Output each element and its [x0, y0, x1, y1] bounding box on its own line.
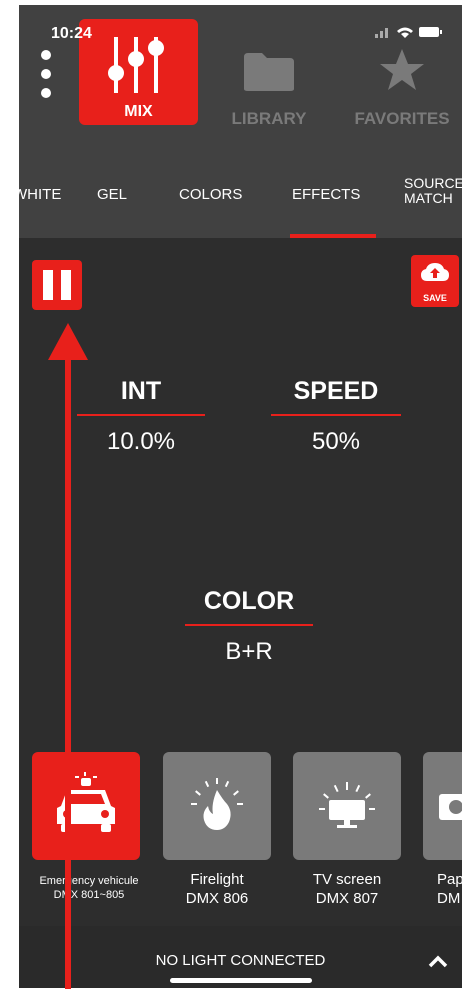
effect-caption-firelight: Firelight DMX 806 — [163, 871, 271, 909]
status-icons — [375, 25, 445, 42]
effect-name: Firelight — [190, 871, 244, 888]
effect-name: TV screen — [312, 871, 382, 888]
tab-library[interactable]: LIBRARY — [209, 19, 329, 131]
subtab-source-match[interactable]: SOURCE MATCH — [404, 175, 462, 207]
effect-dmx: DMX 801~805 — [53, 888, 125, 901]
param-divider — [185, 624, 313, 626]
effect-card-paparazzi[interactable] — [423, 752, 462, 860]
effect-caption-emergency: Emergency vehicule DMX 801~805 — [19, 875, 159, 903]
subtab-colors[interactable]: COLORS — [179, 186, 242, 203]
effect-caption-tv-screen: TV screen DMX 807 — [293, 871, 401, 909]
folder-icon — [244, 53, 294, 91]
status-time: 10:24 — [51, 25, 92, 42]
param-name: INT — [120, 377, 162, 405]
color-param[interactable]: COLOR B+R — [185, 587, 313, 666]
pause-icon — [43, 270, 53, 300]
effect-name: Emergency vehicule — [39, 875, 139, 887]
param-value: 50% — [311, 428, 361, 455]
connection-bar[interactable]: NO LIGHT CONNECTED — [19, 926, 462, 988]
int-param[interactable]: INT 10.0% — [77, 377, 205, 456]
top-nav: MIX LIBRARY FAVORITES — [19, 5, 462, 128]
param-divider — [77, 414, 205, 416]
effect-card-emergency[interactable] — [32, 752, 140, 860]
subtab-white[interactable]: WHITE — [19, 186, 61, 203]
flame-icon — [191, 778, 243, 830]
speed-param[interactable]: SPEED 50% — [271, 377, 401, 456]
star-icon — [380, 49, 424, 90]
effect-card-firelight[interactable] — [163, 752, 271, 860]
save-label: SAVE — [423, 293, 447, 303]
emergency-car-icon — [57, 772, 115, 832]
pause-button[interactable] — [32, 260, 82, 310]
home-indicator — [170, 978, 312, 983]
camera-icon — [439, 794, 462, 820]
app-screen: MIX LIBRARY FAVORITES 10:24 WHITE GEL CO — [19, 5, 462, 988]
param-value: 10.0% — [106, 428, 176, 455]
cloud-upload-icon — [421, 263, 449, 281]
effect-dmx: DMX 806 — [185, 889, 249, 907]
tv-screen-icon — [319, 782, 375, 828]
tab-label: LIBRARY — [231, 109, 307, 128]
tab-mix[interactable]: MIX — [79, 19, 198, 125]
effect-card-tv-screen[interactable] — [293, 752, 401, 860]
tab-label: MIX — [124, 103, 153, 120]
sliders-icon — [108, 37, 164, 93]
save-button[interactable]: SAVE — [411, 255, 459, 307]
subtab-gel[interactable]: GEL — [97, 186, 127, 203]
effect-dmx: DM — [437, 889, 461, 907]
param-value: B+R — [225, 638, 273, 665]
param-name: SPEED — [293, 377, 379, 405]
more-menu-icon[interactable] — [39, 50, 53, 100]
connection-status: NO LIGHT CONNECTED — [155, 952, 326, 969]
param-divider — [271, 414, 401, 416]
effect-caption-paparazzi: Pap DM — [437, 871, 462, 909]
chevron-up-icon[interactable] — [428, 954, 448, 968]
param-name: COLOR — [203, 587, 295, 615]
tab-label: FAVORITES — [354, 109, 450, 128]
effect-category-tabs: WHITE GEL COLORS EFFECTS SOURCE MATCH — [19, 128, 462, 238]
signal-wifi-battery-icon — [375, 27, 442, 38]
subtab-effects[interactable]: EFFECTS — [292, 186, 360, 203]
effect-name: Pap — [437, 871, 462, 888]
active-tab-indicator — [290, 234, 376, 238]
effect-dmx: DMX 807 — [315, 889, 379, 907]
